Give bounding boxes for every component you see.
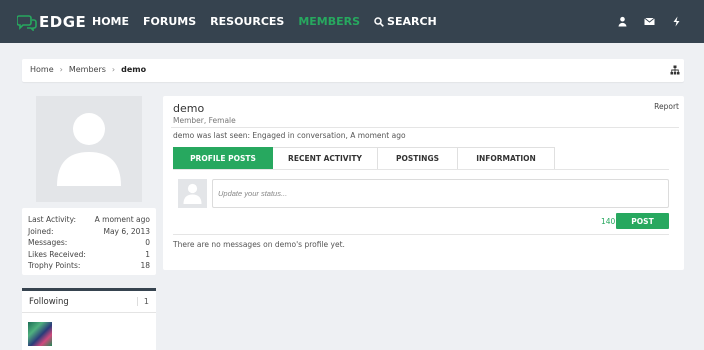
stat-trophy-points: Trophy Points: 18	[28, 260, 150, 272]
stat-label: Last Activity:	[28, 215, 77, 224]
nav-search-label: SEARCH	[387, 15, 437, 28]
followed-member-avatar[interactable]	[28, 322, 52, 346]
default-avatar-icon	[183, 183, 202, 204]
breadcrumb: Home › Members › demo	[30, 65, 146, 74]
empty-profile-posts-message: There are no messages on demo's profile …	[173, 240, 345, 249]
search-icon	[374, 16, 384, 27]
divider	[173, 169, 669, 170]
stat-label: Likes Received:	[28, 249, 86, 259]
chevron-right-icon: ›	[111, 65, 116, 74]
profile-main-panel: demo Member, Female Report demo was last…	[163, 96, 684, 270]
report-link[interactable]: Report	[654, 102, 679, 111]
chevron-right-icon: ›	[59, 65, 63, 74]
breadcrumb-current: demo	[121, 65, 147, 74]
envelope-icon[interactable]	[644, 16, 655, 27]
nav-search[interactable]: SEARCH	[374, 15, 437, 28]
divider	[173, 234, 669, 235]
stat-likes-received: Likes Received: 1	[28, 249, 150, 261]
stat-joined: Joined: May 6, 2013	[28, 226, 150, 238]
status-char-count: 140	[601, 217, 616, 226]
bolt-icon[interactable]	[671, 16, 682, 27]
top-navigation-bar: EDGE HOME FORUMS RESOURCES MEMBERS SEARC…	[0, 0, 704, 43]
post-status-button[interactable]: POST	[616, 213, 669, 229]
nav-members[interactable]: MEMBERS	[298, 15, 360, 28]
member-stats: Last Activity: A moment ago Joined: May …	[22, 208, 156, 275]
tab-recent-activity[interactable]: RECENT ACTIVITY	[273, 147, 378, 169]
stat-messages: Messages: 0	[28, 237, 150, 249]
stat-label: Trophy Points:	[28, 261, 81, 270]
following-block: Following 1	[22, 288, 156, 350]
stat-value[interactable]: 18	[140, 260, 150, 272]
tab-profile-posts[interactable]: PROFILE POSTS	[173, 147, 273, 169]
profile-user-title: Member, Female	[173, 116, 236, 125]
stat-label: Joined:	[28, 226, 54, 236]
nav-home[interactable]: HOME	[92, 15, 129, 28]
breadcrumb-members[interactable]: Members	[69, 65, 106, 74]
status-avatar	[178, 179, 207, 208]
stat-value: May 6, 2013	[103, 226, 150, 236]
nav-account-icons	[601, 16, 682, 27]
user-icon[interactable]	[617, 16, 628, 27]
profile-tabs: PROFILE POSTS RECENT ACTIVITY POSTINGS I…	[173, 147, 555, 169]
last-seen-text: demo was last seen: Engaged in conversat…	[173, 131, 406, 140]
divider	[171, 127, 679, 128]
chat-bubbles-logo-icon	[17, 14, 37, 31]
profile-username: demo	[173, 102, 205, 115]
stat-value: 1	[145, 249, 150, 259]
tab-information[interactable]: INFORMATION	[458, 147, 555, 169]
sitemap-icon[interactable]	[670, 65, 680, 75]
breadcrumb-home[interactable]: Home	[30, 65, 54, 74]
profile-avatar[interactable]	[36, 96, 142, 202]
following-header: Following 1	[22, 291, 156, 313]
following-title: Following	[29, 296, 69, 307]
breadcrumb-bar: Home › Members › demo	[22, 59, 684, 82]
nav-resources[interactable]: RESOURCES	[210, 15, 284, 28]
stat-last-activity: Last Activity: A moment ago	[28, 214, 150, 226]
nav-forums[interactable]: FORUMS	[143, 15, 196, 28]
stat-value: A moment ago	[94, 215, 150, 224]
site-logo-text: EDGE	[39, 13, 87, 31]
main-nav: HOME FORUMS RESOURCES MEMBERS SEARCH	[92, 15, 451, 28]
stat-label: Messages:	[28, 238, 68, 247]
status-update-input[interactable]	[212, 179, 669, 208]
tab-postings[interactable]: POSTINGS	[378, 147, 458, 169]
site-logo[interactable]: EDGE	[17, 12, 86, 32]
following-count: 1	[136, 297, 149, 306]
default-avatar-icon	[57, 113, 121, 186]
stat-value: 0	[145, 238, 150, 247]
